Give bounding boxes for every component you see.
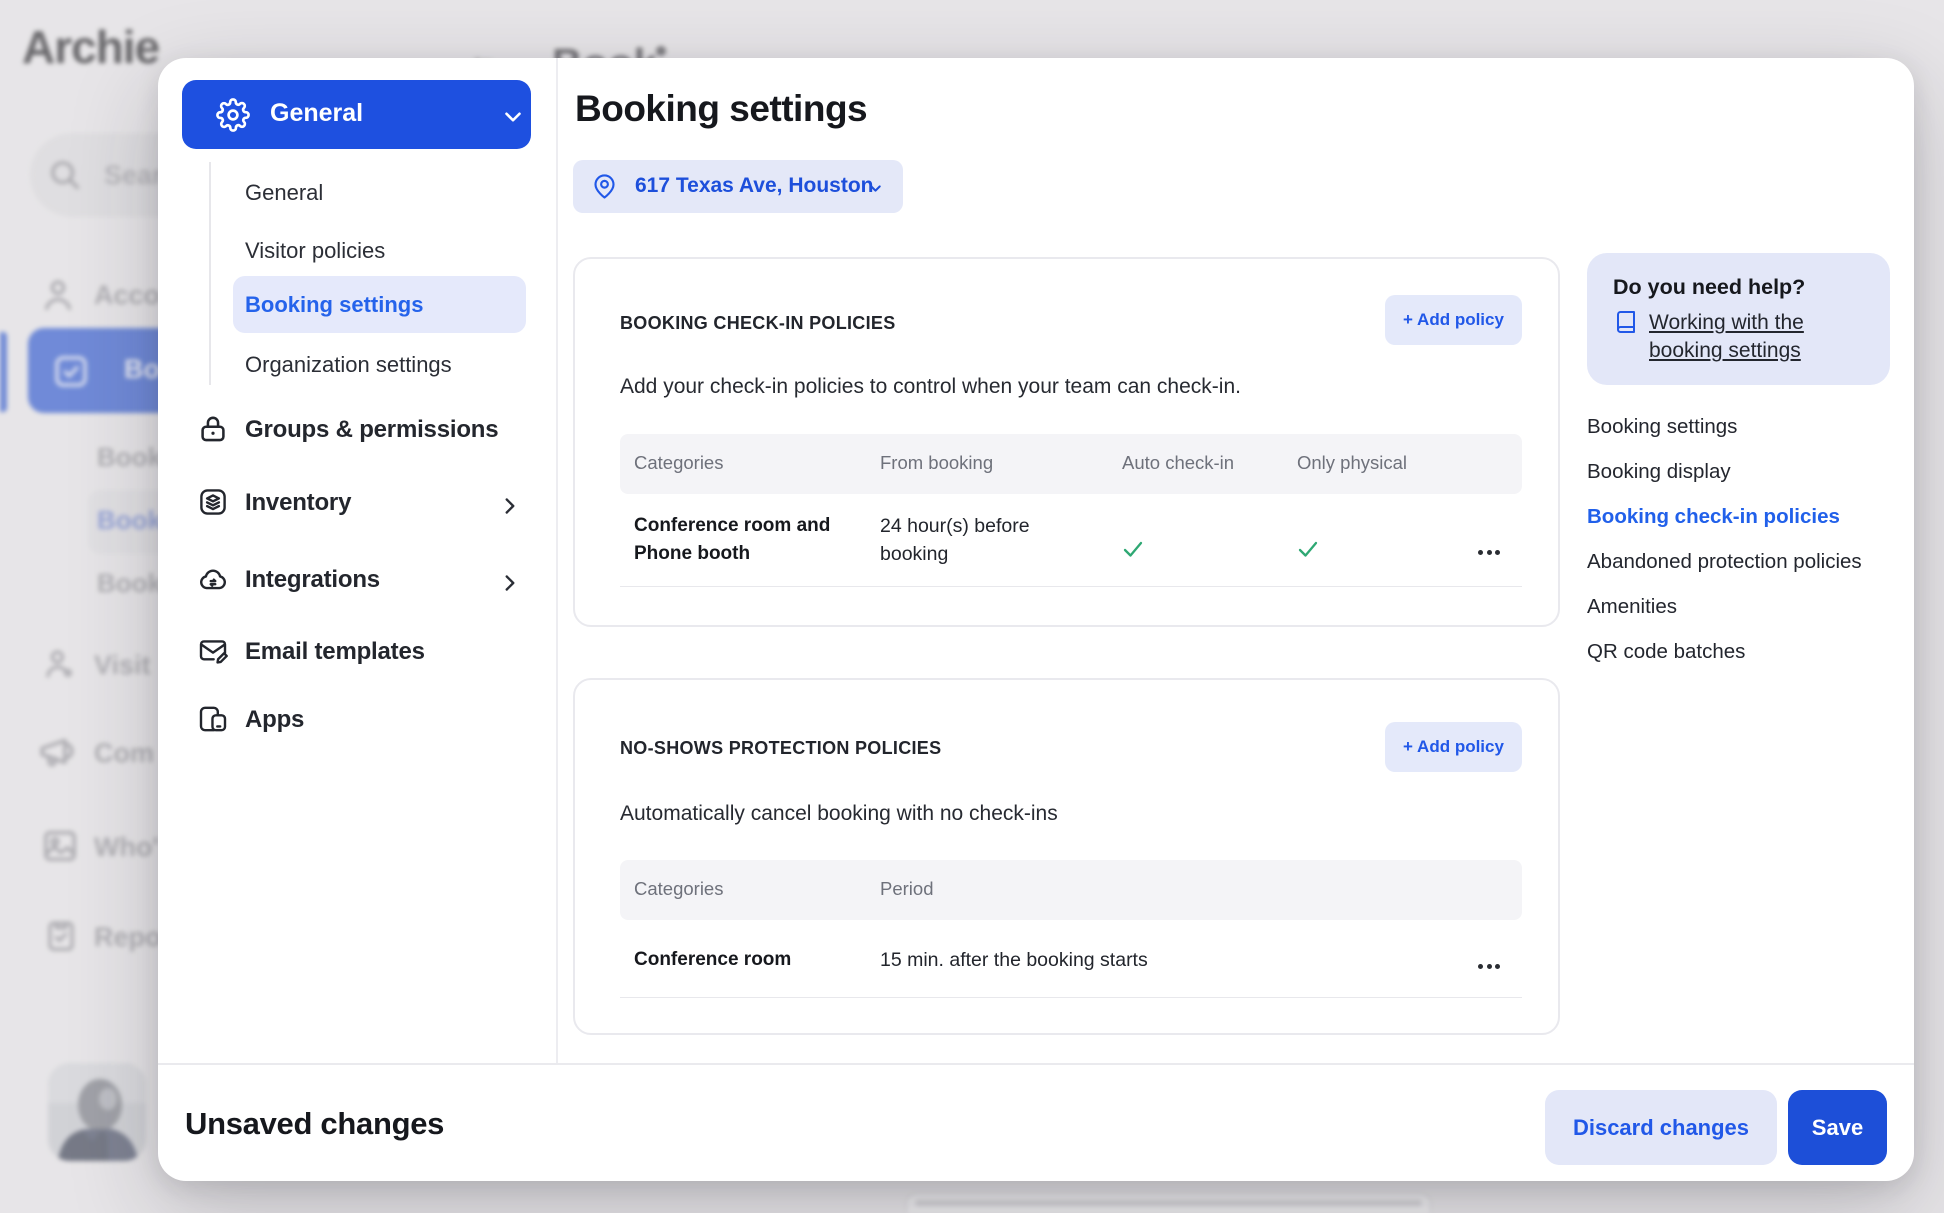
table-row: Conference room 15 min. after the bookin…: [575, 680, 1562, 1037]
nav-item-inventory[interactable]: Inventory: [158, 486, 556, 530]
apps-devices-icon: [197, 703, 229, 735]
nav-item-integrations[interactable]: Integrations: [158, 563, 556, 607]
row-period: 15 min. after the booking starts: [880, 946, 1280, 974]
help-title: Do you need help?: [1613, 275, 1805, 300]
location-selector[interactable]: 617 Texas Ave, Houston: [573, 160, 903, 213]
mail-edit-icon: [197, 635, 229, 667]
chevron-right-icon: [497, 493, 523, 519]
checkin-policies-card: BOOKING CHECK-IN POLICIES + Add policy A…: [573, 257, 1560, 627]
nav-subitem-organization-settings[interactable]: Organization settings: [245, 352, 525, 386]
unsaved-changes-status: Unsaved changes: [185, 1106, 444, 1142]
nav-item-email-templates[interactable]: Email templates: [158, 635, 556, 679]
nav-item-label: Integrations: [245, 566, 380, 594]
save-button[interactable]: Save: [1788, 1090, 1887, 1165]
cloud-sync-icon: [197, 563, 229, 595]
lock-icon: [197, 413, 229, 445]
page-title: Booking settings: [575, 88, 867, 130]
row-divider: [620, 586, 1522, 587]
help-link[interactable]: Working with the booking settings: [1649, 309, 1849, 365]
toc-amenities[interactable]: Amenities: [1587, 595, 1887, 629]
chevron-down-icon: [867, 180, 884, 197]
nav-subitem-general[interactable]: General: [245, 180, 525, 214]
noshow-policies-card: NO-SHOWS PROTECTION POLICIES + Add polic…: [573, 678, 1560, 1035]
table-row: Conference room and Phone booth 24 hour(…: [575, 259, 1562, 629]
toc-booking-settings[interactable]: Booking settings: [1587, 415, 1887, 449]
gear-icon: [216, 98, 250, 132]
row-from-booking: 24 hour(s) before booking: [880, 512, 1060, 568]
save-label: Save: [1812, 1115, 1863, 1140]
row-more-options-icon[interactable]: [1478, 542, 1504, 560]
nav-item-label: Apps: [245, 706, 304, 734]
nav-group-general[interactable]: General: [182, 80, 531, 149]
nav-item-label: Inventory: [245, 489, 351, 517]
book-icon: [1614, 310, 1638, 334]
help-box: Do you need help? Working with the booki…: [1587, 253, 1890, 385]
nav-group-general-label: General: [270, 99, 363, 128]
check-icon: [1119, 535, 1147, 563]
row-category: Conference room: [634, 946, 914, 974]
inventory-icon: [197, 486, 229, 518]
location-label: 617 Texas Ave, Houston: [635, 174, 873, 198]
nav-item-groups-permissions[interactable]: Groups & permissions: [158, 413, 556, 457]
row-more-options-icon[interactable]: [1478, 956, 1504, 974]
nav-item-label: Email templates: [245, 638, 425, 666]
row-divider: [620, 997, 1522, 998]
nav-tree-line: [209, 162, 211, 385]
toc-booking-display[interactable]: Booking display: [1587, 460, 1887, 494]
footer-divider: [158, 1063, 1914, 1065]
nav-divider: [556, 58, 558, 1063]
discard-changes-label: Discard changes: [1573, 1115, 1749, 1140]
toc-qr-code-batches[interactable]: QR code batches: [1587, 640, 1887, 674]
settings-modal: General General Visitor policies Booking…: [158, 58, 1914, 1181]
toc-booking-checkin-policies[interactable]: Booking check-in policies: [1587, 505, 1887, 539]
location-pin-icon: [591, 173, 618, 200]
check-icon: [1294, 535, 1322, 563]
chevron-right-icon: [497, 570, 523, 596]
nav-item-apps[interactable]: Apps: [158, 703, 556, 747]
toc-abandoned-protection-policies[interactable]: Abandoned protection policies: [1587, 550, 1887, 584]
nav-item-label: Groups & permissions: [245, 416, 498, 444]
row-category: Conference room and Phone booth: [634, 512, 859, 568]
chevron-down-icon: [500, 104, 526, 130]
discard-changes-button[interactable]: Discard changes: [1545, 1090, 1777, 1165]
nav-subitem-booking-settings[interactable]: Booking settings: [245, 292, 525, 326]
nav-subitem-visitor-policies[interactable]: Visitor policies: [245, 238, 525, 272]
